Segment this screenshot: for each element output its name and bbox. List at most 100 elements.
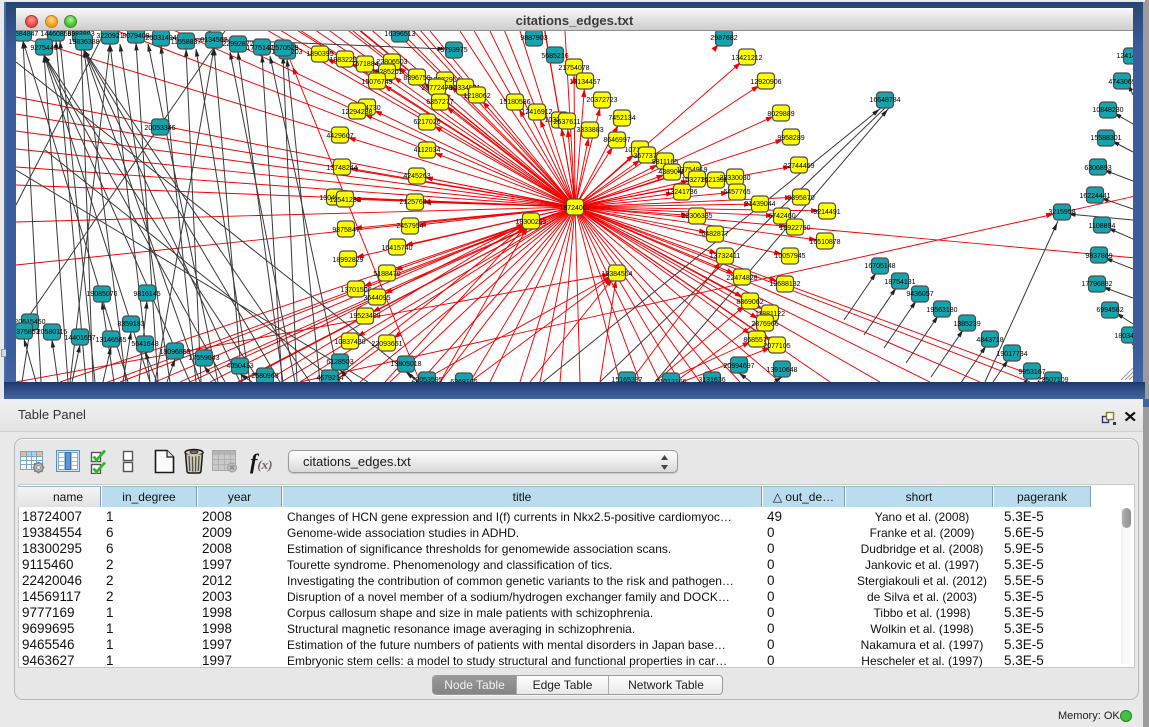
svg-text:1218062: 1218062 (463, 93, 490, 100)
svg-text:15180586: 15180586 (499, 99, 530, 106)
svg-text:6994562: 6994562 (1096, 307, 1123, 314)
svg-text:9436057: 9436057 (906, 291, 933, 298)
svg-text:3644095: 3644095 (363, 295, 390, 302)
svg-text:11558837: 11558837 (171, 39, 202, 46)
svg-text:3220921: 3220921 (96, 33, 123, 40)
svg-text:13805018: 13805018 (390, 361, 421, 368)
svg-text:5641643: 5641643 (131, 341, 158, 348)
svg-text:17796882: 17796882 (1081, 281, 1112, 288)
svg-text:13146585: 13146585 (95, 337, 126, 344)
svg-text:21754078: 21754078 (558, 65, 589, 72)
svg-text:5793975: 5793975 (440, 47, 467, 54)
svg-text:9875847: 9875847 (332, 227, 359, 234)
svg-text:12414394: 12414394 (1116, 53, 1133, 60)
svg-text:22474828: 22474828 (726, 275, 757, 282)
svg-text:16415740: 16415740 (381, 245, 412, 252)
svg-text:13701506: 13701506 (340, 287, 371, 294)
svg-text:6306893: 6306893 (1084, 165, 1111, 172)
svg-text:4679214: 4679214 (316, 375, 343, 382)
svg-text:9837869: 9837869 (1085, 253, 1112, 260)
svg-text:10848230: 10848230 (1092, 107, 1123, 114)
svg-text:8646997: 8646997 (603, 137, 630, 144)
svg-text:18754131: 18754131 (884, 279, 915, 286)
svg-text:3215958: 3215958 (1048, 209, 1075, 216)
svg-text:13134457: 13134457 (569, 79, 600, 86)
svg-text:5188470: 5188470 (373, 271, 400, 278)
svg-text:12920906: 12920906 (750, 79, 781, 86)
svg-text:14401657: 14401657 (64, 335, 95, 342)
svg-text:1385239: 1385239 (953, 321, 980, 328)
svg-text:19085076: 19085076 (86, 291, 117, 298)
svg-text:16510878: 16510878 (809, 239, 840, 246)
svg-text:21439044: 21439044 (744, 201, 775, 208)
svg-text:6128503: 6128503 (326, 359, 353, 366)
svg-text:6457765: 6457765 (723, 189, 750, 196)
svg-text:9275445: 9275445 (30, 45, 57, 52)
svg-text:22306335: 22306335 (681, 213, 712, 220)
svg-text:22744459: 22744459 (783, 163, 814, 170)
svg-text:18096865: 18096865 (159, 349, 190, 356)
svg-text:17559643: 17559643 (188, 355, 219, 362)
svg-text:3395870: 3395870 (787, 195, 814, 202)
svg-text:18922760: 18922760 (779, 225, 810, 232)
svg-text:18034970: 18034970 (1114, 333, 1133, 340)
svg-text:20994697: 20994697 (723, 363, 754, 370)
svg-text:9214491: 9214491 (813, 209, 840, 216)
svg-text:18300293: 18300293 (515, 219, 546, 226)
svg-text:15076749: 15076749 (361, 79, 392, 86)
svg-text:22330030: 22330030 (719, 175, 750, 182)
svg-text:6217026: 6217026 (413, 119, 440, 126)
svg-text:22093651: 22093651 (371, 341, 402, 348)
svg-text:6357277: 6357277 (426, 99, 453, 106)
svg-text:4429607: 4429607 (326, 133, 353, 140)
svg-text:7671884: 7671884 (351, 61, 378, 68)
svg-text:8396759: 8396759 (403, 75, 430, 82)
svg-text:16224441: 16224441 (1079, 193, 1110, 200)
svg-text:7452134: 7452134 (608, 115, 635, 122)
svg-text:8369062: 8369062 (736, 299, 763, 306)
svg-text:4843718: 4843718 (976, 337, 1003, 344)
svg-text:22570529: 22570529 (267, 45, 298, 52)
svg-text:9958289: 9958289 (777, 135, 804, 142)
svg-text:19836388: 19836388 (68, 39, 99, 46)
svg-text:4050413: 4050413 (226, 363, 253, 370)
svg-text:1108894: 1108894 (1089, 223, 1116, 230)
svg-text:16705148: 16705148 (864, 263, 895, 270)
svg-text:16396513: 16396513 (384, 31, 415, 38)
svg-text:13748244: 13748244 (326, 165, 357, 172)
svg-text:9953167: 9953167 (1018, 369, 1045, 376)
svg-text:19384554: 19384554 (601, 271, 632, 278)
svg-text:21257684: 21257684 (399, 199, 430, 206)
svg-text:20372723: 20372723 (586, 97, 617, 104)
svg-text:20772475: 20772475 (421, 85, 452, 92)
svg-text:8359183: 8359183 (117, 321, 144, 328)
svg-text:19688132: 19688132 (769, 281, 800, 288)
svg-text:3333883: 3333883 (576, 127, 603, 134)
svg-text:19017734: 19017734 (996, 351, 1027, 358)
svg-text:4743069: 4743069 (1108, 79, 1133, 86)
svg-text:12294238: 12294238 (341, 109, 372, 116)
svg-text:18724007: 18724007 (559, 205, 590, 212)
svg-text:12416912: 12416912 (521, 109, 552, 116)
svg-text:2987682: 2987682 (710, 35, 737, 42)
svg-text:20053346: 20053346 (144, 125, 175, 132)
svg-text:5685216: 5685216 (541, 53, 568, 60)
svg-text:8029889: 8029889 (767, 111, 794, 118)
svg-text:13241736: 13241736 (666, 189, 697, 196)
svg-text:18992829: 18992829 (332, 257, 363, 264)
svg-text:15588301: 15588301 (1090, 135, 1121, 142)
svg-text:2457954: 2457954 (396, 223, 423, 230)
svg-text:4245263: 4245263 (403, 173, 430, 180)
svg-text:10057945: 10057945 (774, 253, 805, 260)
svg-text:4112034: 4112034 (414, 147, 441, 154)
svg-text:13910648: 13910648 (766, 367, 797, 374)
svg-text:13732411: 13732411 (710, 253, 741, 260)
svg-text:2580963: 2580963 (251, 373, 278, 380)
svg-text:9887903: 9887903 (520, 35, 547, 42)
svg-text:16648784: 16648784 (869, 97, 900, 104)
svg-text:11584847: 11584847 (16, 31, 38, 38)
svg-text:12541238: 12541238 (329, 197, 360, 204)
svg-text:2077105: 2077105 (763, 343, 790, 350)
svg-text:19563180: 19563180 (926, 307, 957, 314)
svg-text:9816145: 9816145 (133, 291, 160, 298)
